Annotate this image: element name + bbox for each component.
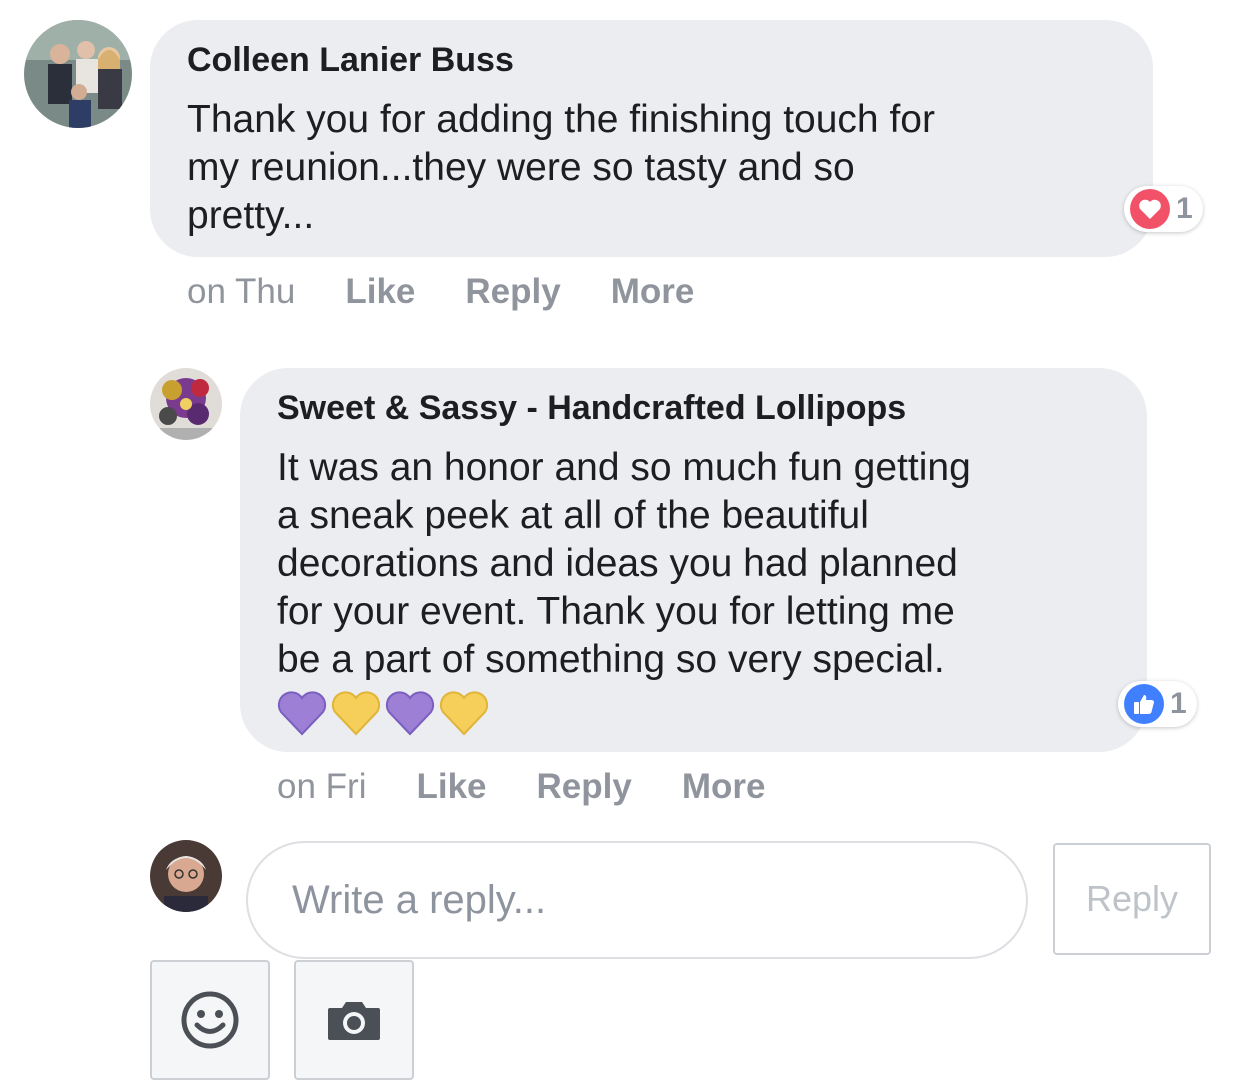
reaction-count: 1 — [1176, 192, 1193, 225]
heart-icon — [1130, 189, 1170, 229]
comment-actions: on Thu Like Reply More — [187, 272, 744, 312]
yellow-heart-emoji — [331, 691, 381, 736]
timestamp[interactable]: on Thu — [187, 272, 295, 312]
emoji-row — [277, 690, 1117, 736]
camera-icon — [328, 1002, 380, 1040]
more-button[interactable]: More — [682, 767, 766, 807]
comment-text: Thank you for adding the finishing touch… — [187, 98, 935, 237]
comment-bubble: Colleen Lanier Buss Thank you for adding… — [150, 20, 1153, 257]
timestamp[interactable]: on Fri — [277, 767, 366, 807]
reaction-summary[interactable]: 1 — [1118, 681, 1197, 727]
thumbs-up-icon — [1124, 684, 1164, 724]
comment-text: It was an honor and so much fun getting … — [277, 446, 971, 681]
comment-author[interactable]: Colleen Lanier Buss — [187, 40, 1113, 80]
avatar-current-user — [150, 840, 222, 912]
reply-composer[interactable] — [246, 841, 1028, 959]
reply-button[interactable]: Reply — [465, 272, 560, 312]
camera-button[interactable] — [294, 960, 414, 1080]
submit-reply-button[interactable]: Reply — [1053, 843, 1211, 955]
purple-heart-emoji — [385, 691, 435, 736]
avatar-sweet-sassy[interactable] — [150, 368, 222, 440]
purple-heart-emoji — [277, 691, 327, 736]
reply-bubble: Sweet & Sassy - Handcrafted Lollipops It… — [240, 368, 1147, 752]
emoji-button[interactable] — [150, 960, 270, 1080]
comment-author[interactable]: Sweet & Sassy - Handcrafted Lollipops — [277, 388, 1117, 428]
reaction-summary[interactable]: 1 — [1124, 186, 1203, 232]
smiley-icon — [181, 991, 239, 1049]
like-button[interactable]: Like — [416, 767, 486, 807]
reply-input[interactable] — [290, 876, 1026, 924]
more-button[interactable]: More — [611, 272, 695, 312]
avatar-colleen[interactable] — [24, 20, 132, 128]
reply-actions: on Fri Like Reply More — [277, 767, 815, 807]
reaction-count: 1 — [1170, 687, 1187, 720]
yellow-heart-emoji — [439, 691, 489, 736]
reply-button[interactable]: Reply — [537, 767, 632, 807]
like-button[interactable]: Like — [345, 272, 415, 312]
